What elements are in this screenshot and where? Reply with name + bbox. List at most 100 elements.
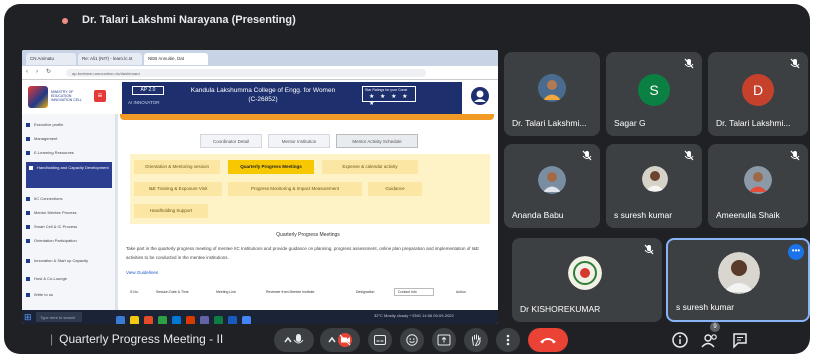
emoji-button[interactable] <box>400 328 424 352</box>
participant-name: Ameenulla Shaik <box>716 210 780 220</box>
sidebar-item: Write to us <box>26 292 112 297</box>
activity-button-selected: Quarterly Progress Meetings <box>228 160 314 174</box>
activity-button: Handholding Support <box>134 204 208 218</box>
mic-button[interactable] <box>274 328 314 352</box>
column-header: Meeting Link <box>216 290 236 294</box>
participant-photo <box>642 166 668 192</box>
browser-tab-active: NEB Annuitie, Dat <box>144 53 208 65</box>
activity-button: Expense & calendar activity <box>322 160 418 174</box>
rating-label: Star Ratings for your Const <box>365 88 408 92</box>
site-header: MINISTRY OF EDUCATION INNOVATION CELL ≡ … <box>22 80 498 114</box>
participant-avatar-letter: S <box>638 74 670 106</box>
more-options-button[interactable] <box>496 328 520 352</box>
camera-button[interactable] <box>320 328 360 352</box>
activity-button: I&E Training & Exposure Visit <box>134 182 222 196</box>
participant-tile[interactable]: Dr KISHOREKUMAR <box>512 238 662 322</box>
ap-badge: AP 2.0 <box>132 86 164 95</box>
sidebar-item: E-Learning Resources <box>26 150 112 155</box>
participant-tile[interactable]: s suresh kumar <box>606 144 702 228</box>
column-header: Reviewer from Mentee Institute <box>266 290 315 294</box>
participant-avatar-letter: D <box>742 74 774 106</box>
taskbar-apps <box>116 312 316 324</box>
presenting-indicator <box>62 18 68 24</box>
sidebar-item: IIC Connections <box>26 196 112 201</box>
presenter-title: Dr. Talari Lakshmi Narayana (Presenting) <box>82 14 296 26</box>
people-count-badge: 9 <box>710 322 720 332</box>
tab-mentor-institution: Mentor Institution <box>268 134 330 148</box>
info-icon[interactable] <box>670 330 690 350</box>
browser-tab: Re: Ali1 (NIT) - learn.lc.st <box>78 53 142 65</box>
participant-tile[interactable]: Ameenulla Shaik <box>708 144 808 228</box>
column-header: Session Date & Time <box>156 290 189 294</box>
mic-off-icon <box>582 150 592 161</box>
mic-off-icon <box>684 150 694 161</box>
participant-photo <box>538 166 566 194</box>
more-options-icon[interactable]: ••• <box>788 244 804 260</box>
sidebar-item-active: Handholding and Capacity Development <box>26 162 112 188</box>
raise-hand-button[interactable] <box>464 328 488 352</box>
sidebar-item: Mentor Mentee Process <box>26 210 112 215</box>
site-sidebar: Executive profile Management E-Learning … <box>22 114 116 310</box>
column-header: S.No. <box>130 290 139 294</box>
participant-photo <box>568 256 602 290</box>
column-header: Action <box>456 290 466 294</box>
section-title: Quarterly Progress Meetings <box>276 232 340 238</box>
participant-name: s suresh kumar <box>614 210 673 220</box>
url-field: ap-brahmen.amountion.nic/dashboard <box>66 69 426 77</box>
rating-stars: ★ ★ ★ ★ ★ <box>369 94 410 107</box>
menu-icon: ≡ <box>94 90 106 102</box>
activity-button: Progress Monitoring & Impact Measurement <box>228 182 362 196</box>
meet-window: Dr. Talari Lakshmi Narayana (Presenting)… <box>4 4 810 354</box>
participant-name: s suresh kumar <box>676 302 735 312</box>
mic-off-icon <box>790 58 800 69</box>
participant-name: Dr. Talari Lakshmi... <box>716 118 791 128</box>
sidebar-item: Smart Cell & IC Process <box>26 224 112 229</box>
participant-tile[interactable]: Ananda Babu <box>504 144 600 228</box>
college-banner: AP 2.0 AI INNOVATOR Kandula Lakshumma Co… <box>122 82 462 114</box>
participant-name: Sagar G <box>614 118 646 128</box>
activity-button: Orientation & Mentoring session <box>134 160 220 174</box>
captions-button[interactable] <box>368 328 392 352</box>
address-bar: ‹ › ↻ ap-brahmen.amountion.nic/dashboard <box>22 66 498 80</box>
activity-buttons: Orientation & Mentoring session Quarterl… <box>130 154 490 224</box>
user-avatar-icon <box>471 87 489 105</box>
chevron-up-icon <box>284 336 292 343</box>
participant-photo <box>718 252 760 294</box>
participant-name: Ananda Babu <box>512 210 564 220</box>
participant-tile[interactable]: S Sagar G <box>606 52 702 136</box>
participant-tile[interactable]: Dr. Talari Lakshmi... <box>504 52 600 136</box>
people-icon <box>701 334 717 348</box>
site-content: Coordinator Detail Mentor Institution Me… <box>118 114 498 310</box>
participant-tile-active[interactable]: ••• s suresh kumar <box>666 238 810 322</box>
participant-name: Dr. Talari Lakshmi... <box>512 118 587 128</box>
browser-tab-strip: CN Animatu Re: Ali1 (NIT) - learn.lc.st … <box>22 50 498 66</box>
column-header: Designation <box>356 290 375 294</box>
activity-button: Guidance <box>368 182 422 196</box>
top-bar: Dr. Talari Lakshmi Narayana (Presenting) <box>4 4 810 38</box>
site-logo: MINISTRY OF EDUCATION INNOVATION CELL <box>28 84 88 110</box>
sidebar-item: Executive profile <box>26 122 112 127</box>
sidebar-item: Host & Co-Lounge <box>26 276 112 281</box>
chat-icon[interactable] <box>730 330 750 350</box>
shared-screen: CN Animatu Re: Ali1 (NIT) - learn.lc.st … <box>22 50 498 324</box>
mic-off-icon <box>684 58 694 69</box>
college-name: Kandula Lakshumma College of Engg. for W… <box>190 87 336 103</box>
sidebar-item: Management <box>26 136 112 141</box>
tab-mentor-activity-schedule: Mentor Activity Schedule <box>336 134 418 148</box>
participant-photo <box>744 166 772 194</box>
present-button[interactable] <box>432 328 456 352</box>
column-header: Contact info <box>398 290 417 294</box>
participant-tile[interactable]: D Dr. Talari Lakshmi... <box>708 52 808 136</box>
view-guidelines-link: View Guidelines <box>126 270 159 275</box>
windows-taskbar: ⊞ Type here to search 32°C Mostly cloudy… <box>22 310 498 324</box>
participant-photo <box>538 74 566 102</box>
meeting-title: | Quarterly Progress Meeting - II <box>50 332 224 346</box>
people-button[interactable]: 9 <box>700 322 720 350</box>
sidebar-item: Innovation & Start up Capacity <box>26 258 112 263</box>
mic-off-icon <box>644 244 654 255</box>
windows-start-icon: ⊞ <box>24 312 32 322</box>
end-call-button[interactable] <box>528 328 568 352</box>
star-rating-box: Star Ratings for your Const ★ ★ ★ ★ ★ <box>362 86 416 107</box>
system-tray: 32°C Mostly cloudy ^ ENG 14:06 05-09-202… <box>374 313 454 318</box>
forward-icon: › <box>36 69 38 75</box>
